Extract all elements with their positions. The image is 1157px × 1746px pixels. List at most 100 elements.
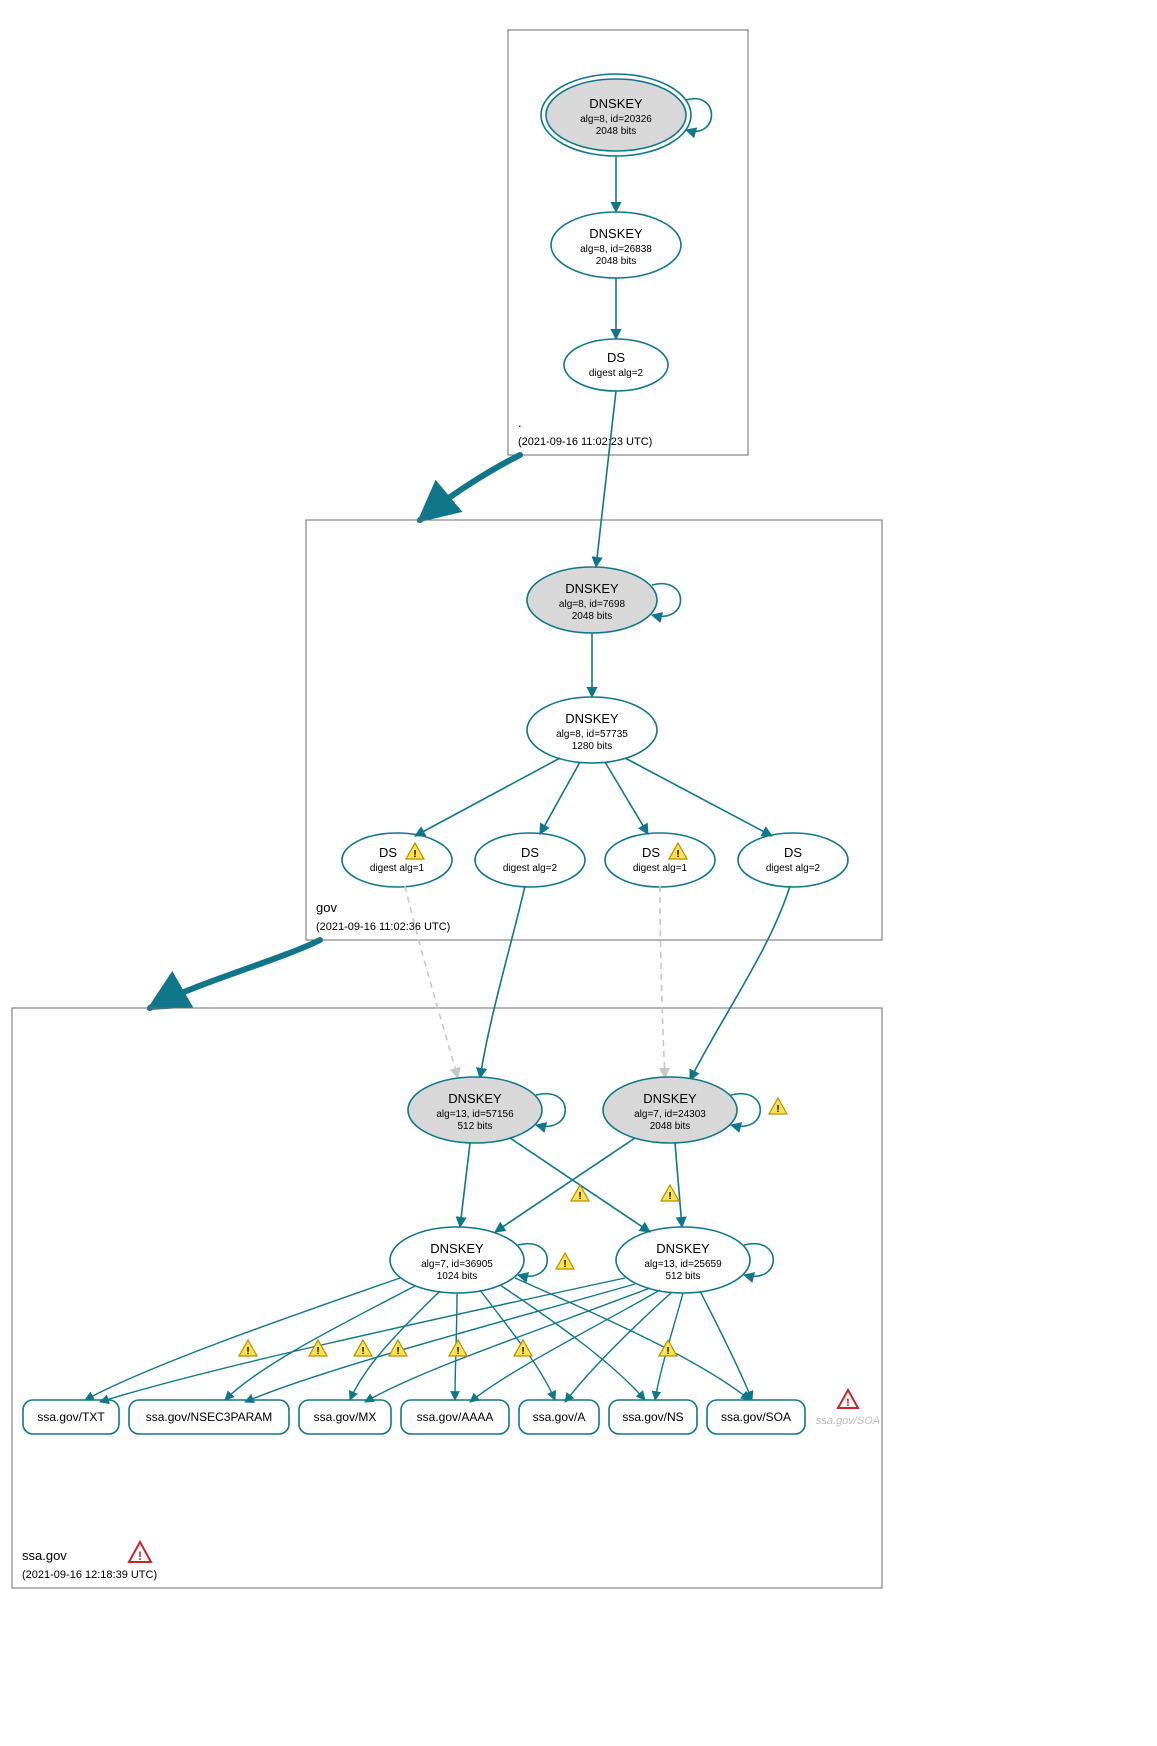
node-root-zsk-line2: alg=8, id=26838 (580, 244, 652, 255)
node-gov-zsk[interactable]: DNSKEY alg=8, id=57735 1280 bits (527, 697, 657, 763)
node-ssa-ksk1-line3: 512 bits (457, 1121, 492, 1132)
warn-icon-leaf-row-7[interactable]: ! (659, 1340, 677, 1357)
node-gov-ds2-line2: digest alg=2 (503, 863, 558, 874)
edge-root-ds-to-gov-ksk (596, 391, 616, 567)
edge-delegation-gov-to-ssa (150, 940, 320, 1008)
node-gov-zsk-line2: alg=8, id=57735 (556, 729, 628, 740)
edge-ssa-ksk2-to-zsk2 (675, 1143, 682, 1227)
zone-root-label: . (518, 415, 522, 430)
node-gov-ds4[interactable]: DS digest alg=2 (738, 833, 848, 887)
zone-ssa-timestamp: (2021-09-16 12:18:39 UTC) (22, 1569, 157, 1581)
node-gov-ds3-title: DS (642, 845, 660, 860)
warn-icon-leaf-row-1[interactable]: ! (239, 1340, 257, 1357)
node-root-ds-title: DS (607, 350, 625, 365)
node-ssa-zsk2[interactable]: DNSKEY alg=13, id=25659 512 bits (616, 1227, 750, 1293)
leaf-aaaa-label: ssa.gov/AAAA (417, 1410, 494, 1424)
leaf-a[interactable]: ssa.gov/A (519, 1400, 599, 1434)
node-gov-ds2-title: DS (521, 845, 539, 860)
warn-icon-leaf-row-5[interactable]: ! (449, 1340, 467, 1357)
node-ssa-ksk1-line2: alg=13, id=57156 (436, 1109, 514, 1120)
node-gov-ksk-line2: alg=8, id=7698 (559, 599, 626, 610)
svg-text:!: ! (563, 1259, 566, 1270)
leaf-nsec3[interactable]: ssa.gov/NSEC3PARAM (129, 1400, 289, 1434)
edge-zsk2-to-mx (365, 1288, 650, 1402)
node-gov-ksk[interactable]: DNSKEY alg=8, id=7698 2048 bits (527, 567, 657, 633)
error-icon-soa-ghost[interactable]: ! (838, 1390, 858, 1409)
edge-zsk2-to-nsec3 (245, 1284, 635, 1402)
warn-icon-cross-2[interactable]: ! (661, 1185, 679, 1202)
edge-zsk2-to-soa (700, 1291, 752, 1400)
zone-ssa-label: ssa.gov (22, 1548, 67, 1563)
edge-gov-zsk-to-ds1 (415, 758, 560, 836)
edge-delegation-root-to-gov (420, 455, 520, 520)
edge-gov-ds4-to-ssa-ksk2 (690, 886, 790, 1080)
node-root-ksk-title: DNSKEY (589, 96, 643, 111)
node-root-ds-line2: digest alg=2 (589, 368, 644, 379)
node-root-ds[interactable]: DS digest alg=2 (564, 339, 668, 391)
leaf-soa[interactable]: ssa.gov/SOA (707, 1400, 805, 1434)
leaf-ns[interactable]: ssa.gov/NS (609, 1400, 697, 1434)
node-ssa-ksk2-title: DNSKEY (643, 1091, 697, 1106)
node-gov-ds1[interactable]: DS digest alg=1 (342, 833, 452, 887)
edge-gov-zsk-to-ds4 (625, 758, 772, 836)
node-ssa-zsk1-line3: 1024 bits (437, 1271, 478, 1282)
node-ssa-ksk2-line3: 2048 bits (650, 1121, 691, 1132)
svg-text:!: ! (413, 849, 416, 860)
svg-text:!: ! (138, 1549, 142, 1563)
node-gov-zsk-title: DNSKEY (565, 711, 619, 726)
svg-text:!: ! (316, 1346, 319, 1357)
leaf-mx[interactable]: ssa.gov/MX (299, 1400, 391, 1434)
edge-zsk2-to-a (565, 1292, 672, 1402)
svg-text:!: ! (578, 1191, 581, 1202)
edge-zsk1-to-soa (515, 1278, 750, 1400)
node-root-zsk-line3: 2048 bits (596, 256, 637, 267)
node-ssa-ksk2-line2: alg=7, id=24303 (634, 1109, 706, 1120)
svg-text:ssa.gov/SOA: ssa.gov/SOA (816, 1415, 880, 1427)
node-gov-ksk-title: DNSKEY (565, 581, 619, 596)
node-ssa-ksk1[interactable]: DNSKEY alg=13, id=57156 512 bits (408, 1077, 542, 1143)
svg-text:!: ! (521, 1346, 524, 1357)
node-gov-ds3[interactable]: DS digest alg=1 (605, 833, 715, 887)
error-icon-zone-ssa[interactable]: ! (129, 1542, 151, 1563)
edge-gov-zsk-to-ds2 (540, 762, 580, 834)
node-gov-ds2[interactable]: DS digest alg=2 (475, 833, 585, 887)
edge-gov-ds2-to-ssa-ksk1 (480, 886, 525, 1078)
edge-zsk1-to-txt (85, 1278, 400, 1400)
node-ssa-zsk2-title: DNSKEY (656, 1241, 710, 1256)
warn-icon-ssa-ksk2-self[interactable]: ! (769, 1098, 787, 1115)
node-ssa-zsk1-line2: alg=7, id=36905 (421, 1259, 493, 1270)
node-root-ksk-line3: 2048 bits (596, 126, 637, 137)
node-ssa-zsk1[interactable]: DNSKEY alg=7, id=36905 1024 bits (390, 1227, 524, 1293)
leaf-txt-label: ssa.gov/TXT (37, 1410, 105, 1424)
node-ssa-zsk1-title: DNSKEY (430, 1241, 484, 1256)
warn-icon-leaf-row-2[interactable]: ! (309, 1340, 327, 1357)
node-ssa-ksk1-title: DNSKEY (448, 1091, 502, 1106)
node-ssa-ksk2[interactable]: DNSKEY alg=7, id=24303 2048 bits (603, 1077, 737, 1143)
svg-text:!: ! (361, 1346, 364, 1357)
node-gov-ksk-line3: 2048 bits (572, 611, 613, 622)
edge-root-ksk-self (686, 99, 712, 132)
zone-gov-timestamp: (2021-09-16 11:02:36 UTC) (316, 921, 450, 933)
node-gov-ds1-title: DS (379, 845, 397, 860)
node-ssa-zsk2-line2: alg=13, id=25659 (644, 1259, 722, 1270)
warn-icon-cross-1[interactable]: ! (571, 1185, 589, 1202)
zone-gov-label: gov (316, 900, 337, 915)
leaf-txt[interactable]: ssa.gov/TXT (23, 1400, 119, 1434)
node-root-ksk[interactable]: DNSKEY alg=8, id=20326 2048 bits (541, 74, 691, 156)
warn-icon-leaf-row-6[interactable]: ! (514, 1340, 532, 1357)
edge-gov-ds1-to-ssa-ksk1 (405, 886, 458, 1078)
svg-text:!: ! (456, 1346, 459, 1357)
node-root-zsk[interactable]: DNSKEY alg=8, id=26838 2048 bits (551, 212, 681, 278)
leaf-soa-label: ssa.gov/SOA (721, 1410, 791, 1424)
node-gov-ds1-line2: digest alg=1 (370, 863, 425, 874)
dnssec-auth-graph: . (2021-09-16 11:02:23 UTC) DNSKEY alg=8… (0, 0, 1157, 1746)
svg-text:!: ! (668, 1191, 671, 1202)
leaf-aaaa[interactable]: ssa.gov/AAAA (401, 1400, 509, 1434)
warn-icon-ssa-zsk1-self[interactable]: ! (556, 1253, 574, 1270)
node-ssa-zsk2-line3: 512 bits (665, 1271, 700, 1282)
warn-icon-leaf-row-3[interactable]: ! (354, 1340, 372, 1357)
leaf-ns-label: ssa.gov/NS (622, 1410, 683, 1424)
svg-text:!: ! (666, 1346, 669, 1357)
node-root-ksk-line2: alg=8, id=20326 (580, 114, 652, 125)
svg-text:!: ! (846, 1397, 850, 1409)
